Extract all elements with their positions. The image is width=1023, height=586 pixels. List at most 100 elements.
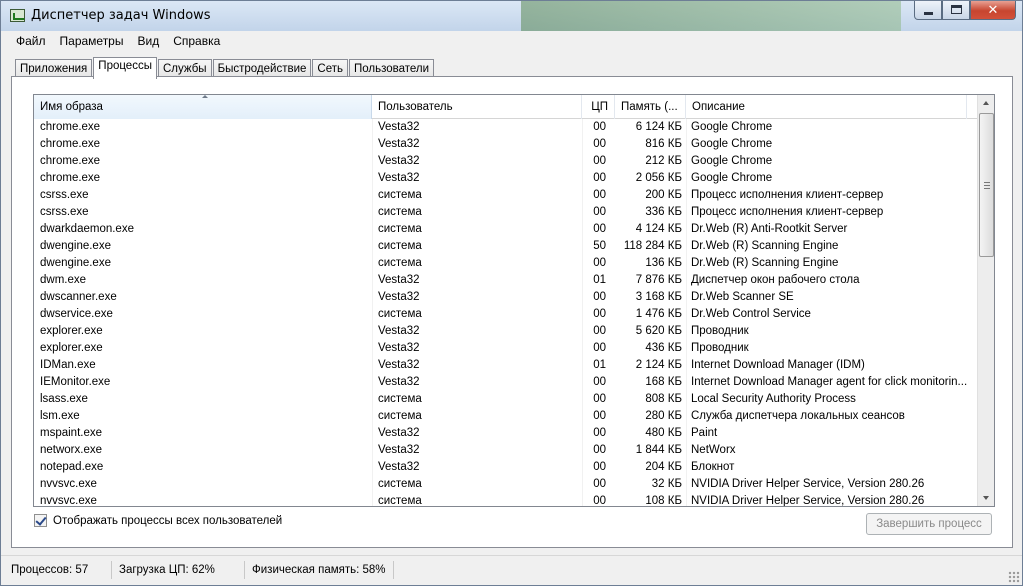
process-description: Internet Download Manager agent for clic… bbox=[691, 376, 968, 388]
show-all-users-checkbox[interactable] bbox=[34, 514, 47, 527]
process-user: система bbox=[378, 495, 422, 507]
process-row[interactable]: csrss.exe система 00 200 КБ Процесс исполнен… bbox=[34, 187, 978, 204]
process-row[interactable]: csrss.exe система 00 336 КБ Процесс исполнен… bbox=[34, 204, 978, 221]
minimize-button[interactable] bbox=[914, 1, 942, 20]
process-memory: 200 КБ bbox=[645, 189, 682, 201]
resize-grip-icon[interactable] bbox=[1008, 571, 1020, 583]
process-cpu: 00 bbox=[593, 461, 606, 473]
process-memory: 480 КБ bbox=[645, 427, 682, 439]
process-row[interactable]: chrome.exe Vesta32 00 212 КБ Google Chrome bbox=[34, 153, 978, 170]
column-description[interactable]: Описание bbox=[686, 95, 967, 119]
process-description: NVIDIA Driver Helper Service, Version 28… bbox=[691, 495, 925, 507]
process-user: Vesta32 bbox=[378, 376, 420, 388]
scroll-up-button[interactable] bbox=[978, 95, 994, 112]
sort-ascending-icon bbox=[202, 95, 208, 98]
process-row[interactable]: dwm.exe Vesta32 01 7 876 КБ Диспетчер окон р… bbox=[34, 272, 978, 289]
process-memory: 2 124 КБ bbox=[635, 359, 682, 371]
process-description: Dr.Web (R) Scanning Engine bbox=[691, 240, 839, 252]
process-description: Internet Download Manager (IDM) bbox=[691, 359, 865, 371]
process-row[interactable]: dwengine.exe система 50 118 284 КБ Dr.Web (R… bbox=[34, 238, 978, 255]
process-row[interactable]: mspaint.exe Vesta32 00 480 КБ Paint bbox=[34, 425, 978, 442]
process-row[interactable]: networx.exe Vesta32 00 1 844 КБ NetWorx bbox=[34, 442, 978, 459]
process-description: Dr.Web (R) Anti-Rootkit Server bbox=[691, 223, 848, 235]
process-image-name: lsm.exe bbox=[40, 410, 80, 422]
menu-help[interactable]: Справка bbox=[166, 31, 227, 51]
process-image-name: IDMan.exe bbox=[40, 359, 96, 371]
maximize-icon bbox=[951, 5, 962, 14]
process-row[interactable]: dwservice.exe система 00 1 476 КБ Dr.Web Con… bbox=[34, 306, 978, 323]
process-memory: 1 476 КБ bbox=[635, 308, 682, 320]
process-image-name: dwm.exe bbox=[40, 274, 87, 286]
column-memory[interactable]: Память (... bbox=[615, 95, 686, 119]
column-user-label: Пользователь bbox=[378, 101, 453, 113]
process-user: система bbox=[378, 393, 422, 405]
process-row[interactable]: IDMan.exe Vesta32 01 2 124 КБ Internet Downl… bbox=[34, 357, 978, 374]
process-row[interactable]: lsm.exe система 00 280 КБ Служба диспетчера … bbox=[34, 408, 978, 425]
process-user: Vesta32 bbox=[378, 274, 420, 286]
process-row[interactable]: explorer.exe Vesta32 00 436 КБ Проводник bbox=[34, 340, 978, 357]
scroll-thumb[interactable] bbox=[979, 113, 994, 257]
thumb-grip-icon bbox=[984, 182, 990, 189]
process-cpu: 01 bbox=[593, 359, 606, 371]
show-all-users-label[interactable]: Отображать процессы всех пользователей bbox=[53, 515, 282, 527]
title-bar[interactable]: Диспетчер задач Windows ✕ bbox=[1, 1, 1022, 31]
close-button[interactable]: ✕ bbox=[970, 1, 1016, 20]
process-memory: 118 284 КБ bbox=[623, 240, 682, 252]
process-row[interactable]: lsass.exe система 00 808 КБ Local Security A… bbox=[34, 391, 978, 408]
process-cpu: 50 bbox=[593, 240, 606, 252]
process-cpu: 00 bbox=[593, 495, 606, 507]
process-cpu: 00 bbox=[593, 410, 606, 422]
process-row[interactable]: notepad.exe Vesta32 00 204 КБ Блокнот bbox=[34, 459, 978, 476]
status-divider bbox=[244, 561, 245, 579]
process-image-name: dwservice.exe bbox=[40, 308, 113, 320]
status-cpu-usage: Загрузка ЦП: 62% bbox=[119, 564, 215, 576]
menu-view[interactable]: Вид bbox=[130, 31, 166, 51]
vertical-scrollbar[interactable] bbox=[977, 95, 994, 506]
process-row[interactable]: chrome.exe Vesta32 00 6 124 КБ Google Chrome bbox=[34, 119, 978, 136]
process-row[interactable]: nvvsvc.exe система 00 32 КБ NVIDIA Driver He… bbox=[34, 476, 978, 493]
status-bar: Процессов: 57 Загрузка ЦП: 62% Физическа… bbox=[1, 555, 1022, 585]
process-row[interactable]: chrome.exe Vesta32 00 816 КБ Google Chrome bbox=[34, 136, 978, 153]
process-row[interactable]: chrome.exe Vesta32 00 2 056 КБ Google Chrome bbox=[34, 170, 978, 187]
process-list[interactable]: Имя образа Пользователь ЦП Память (... О… bbox=[33, 94, 995, 507]
scroll-down-button[interactable] bbox=[978, 489, 994, 506]
menu-options[interactable]: Параметры bbox=[53, 31, 131, 51]
process-description: Paint bbox=[691, 427, 718, 439]
show-all-users-option[interactable]: Отображать процессы всех пользователей bbox=[34, 514, 282, 527]
process-image-name: dwscanner.exe bbox=[40, 291, 117, 303]
process-user: Vesta32 bbox=[378, 359, 420, 371]
menu-file[interactable]: Файл bbox=[9, 31, 53, 51]
process-memory: 5 620 КБ bbox=[635, 325, 682, 337]
maximize-button[interactable] bbox=[942, 1, 970, 20]
end-process-button[interactable]: Завершить процесс bbox=[866, 513, 992, 535]
process-user: Vesta32 bbox=[378, 121, 420, 133]
process-memory: 4 124 КБ bbox=[635, 223, 682, 235]
column-user[interactable]: Пользователь bbox=[372, 95, 582, 119]
process-memory: 1 844 КБ bbox=[635, 444, 682, 456]
column-cpu-label: ЦП bbox=[591, 101, 608, 113]
status-divider bbox=[111, 561, 112, 579]
tab-strip: Приложения Процессы Службы Быстродействи… bbox=[15, 57, 435, 79]
process-user: Vesta32 bbox=[378, 461, 420, 473]
process-memory: 204 КБ bbox=[645, 461, 682, 473]
process-cpu: 00 bbox=[593, 393, 606, 405]
process-memory: 168 КБ bbox=[645, 376, 682, 388]
process-row[interactable]: dwscanner.exe Vesta32 00 3 168 КБ Dr.Web Sca… bbox=[34, 289, 978, 306]
process-image-name: notepad.exe bbox=[40, 461, 104, 473]
process-row[interactable]: IEMonitor.exe Vesta32 00 168 КБ Internet Dow… bbox=[34, 374, 978, 391]
process-description: Google Chrome bbox=[691, 121, 773, 133]
column-cpu[interactable]: ЦП bbox=[582, 95, 615, 119]
process-row[interactable]: nvvsvc.exe система 00 108 КБ NVIDIA Driver H… bbox=[34, 493, 978, 507]
process-memory: 32 КБ bbox=[651, 478, 682, 490]
process-description: Dr.Web (R) Scanning Engine bbox=[691, 257, 839, 269]
process-cpu: 00 bbox=[593, 478, 606, 490]
process-rows: chrome.exe Vesta32 00 6 124 КБ Google Chrome… bbox=[34, 119, 978, 507]
process-cpu: 00 bbox=[593, 257, 606, 269]
process-cpu: 00 bbox=[593, 325, 606, 337]
process-row[interactable]: explorer.exe Vesta32 00 5 620 КБ Проводник bbox=[34, 323, 978, 340]
process-row[interactable]: dwengine.exe система 00 136 КБ Dr.Web (R) Sc… bbox=[34, 255, 978, 272]
column-image-name[interactable]: Имя образа bbox=[34, 95, 372, 119]
tab-processes[interactable]: Процессы bbox=[93, 57, 157, 79]
process-image-name: explorer.exe bbox=[40, 342, 103, 354]
process-row[interactable]: dwarkdaemon.exe система 00 4 124 КБ Dr.Web (… bbox=[34, 221, 978, 238]
